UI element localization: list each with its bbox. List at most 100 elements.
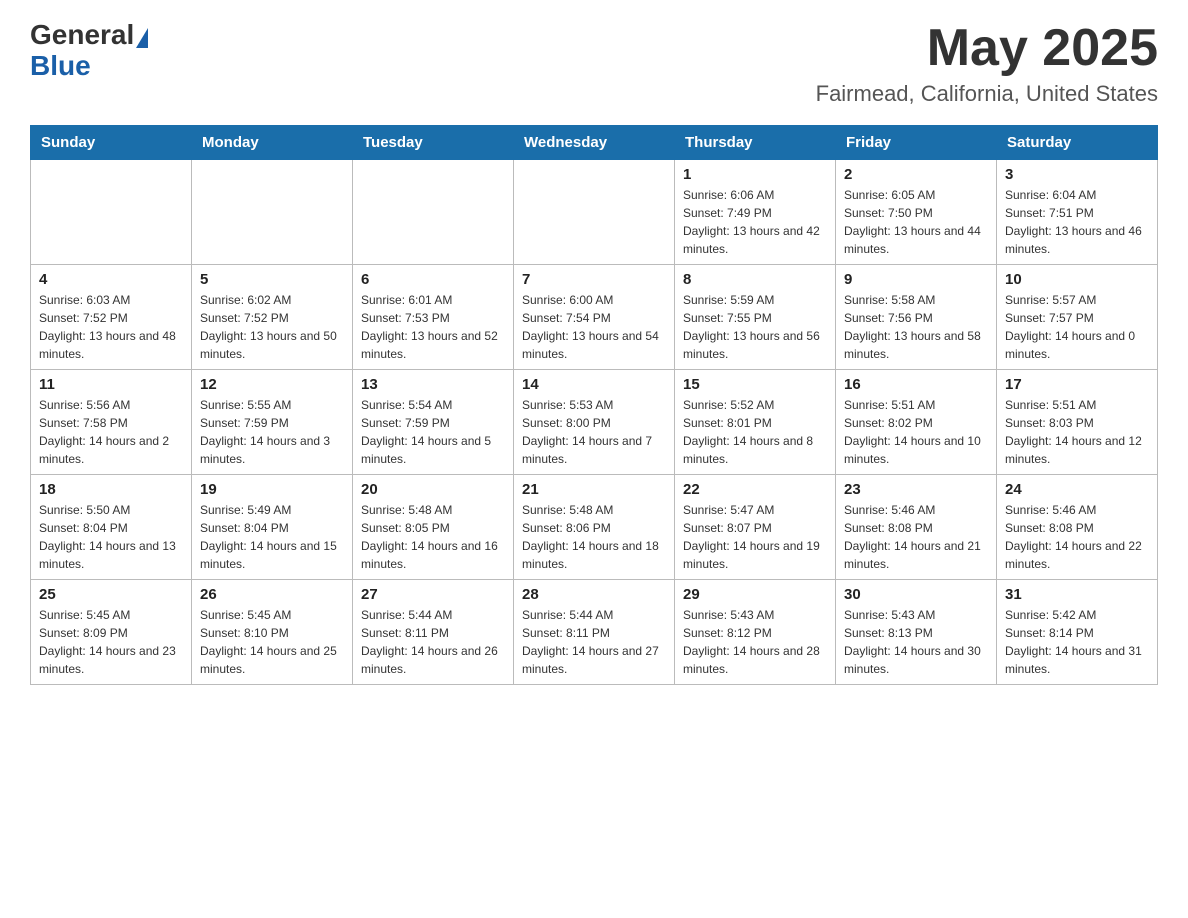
logo-blue: Blue — [30, 51, 148, 82]
calendar-week-row: 25 Sunrise: 5:45 AM Sunset: 8:09 PM Dayli… — [31, 580, 1158, 685]
day-info: Sunrise: 5:43 AM Sunset: 8:13 PM Dayligh… — [844, 606, 988, 678]
day-info: Sunrise: 5:43 AM Sunset: 8:12 PM Dayligh… — [683, 606, 827, 678]
column-header-monday: Monday — [192, 126, 353, 160]
column-header-saturday: Saturday — [997, 126, 1158, 160]
day-number: 8 — [683, 271, 827, 288]
day-number: 16 — [844, 376, 988, 393]
day-info: Sunrise: 5:48 AM Sunset: 8:06 PM Dayligh… — [522, 501, 666, 573]
calendar-week-row: 11Sunrise: 5:56 AM Sunset: 7:58 PM Dayli… — [31, 370, 1158, 475]
day-number: 7 — [522, 271, 666, 288]
day-info: Sunrise: 5:50 AM Sunset: 8:04 PM Dayligh… — [39, 501, 183, 573]
column-header-tuesday: Tuesday — [353, 126, 514, 160]
calendar-cell: 17 Sunrise: 5:51 AM Sunset: 8:03 PM Dayli… — [997, 370, 1158, 475]
calendar-cell — [31, 160, 192, 265]
day-info: Sunrise: 5:51 AM Sunset: 8:02 PM Dayligh… — [844, 396, 988, 468]
calendar-cell: 1 Sunrise: 6:06 AM Sunset: 7:49 PM Daylig… — [675, 160, 836, 265]
column-header-wednesday: Wednesday — [514, 126, 675, 160]
day-number: 28 — [522, 586, 666, 603]
day-info: Sunrise: 6:04 AM Sunset: 7:51 PM Dayligh… — [1005, 186, 1149, 258]
calendar-cell: 30 Sunrise: 5:43 AM Sunset: 8:13 PM Dayli… — [836, 580, 997, 685]
calendar-cell: 23Sunrise: 5:46 AM Sunset: 8:08 PM Dayli… — [836, 475, 997, 580]
day-info: Sunrise: 6:03 AM Sunset: 7:52 PM Dayligh… — [39, 291, 183, 363]
day-info: Sunrise: 5:45 AM Sunset: 8:10 PM Dayligh… — [200, 606, 344, 678]
calendar-cell: 16 Sunrise: 5:51 AM Sunset: 8:02 PM Dayli… — [836, 370, 997, 475]
day-number: 20 — [361, 481, 505, 498]
month-year-title: May 2025 — [816, 20, 1158, 77]
calendar-cell: 14Sunrise: 5:53 AM Sunset: 8:00 PM Dayli… — [514, 370, 675, 475]
day-number: 31 — [1005, 586, 1149, 603]
calendar-cell: 6 Sunrise: 6:01 AM Sunset: 7:53 PM Daylig… — [353, 265, 514, 370]
day-info: Sunrise: 5:57 AM Sunset: 7:57 PM Dayligh… — [1005, 291, 1149, 363]
day-number: 17 — [1005, 376, 1149, 393]
calendar-cell: 11Sunrise: 5:56 AM Sunset: 7:58 PM Dayli… — [31, 370, 192, 475]
calendar-cell: 29Sunrise: 5:43 AM Sunset: 8:12 PM Dayli… — [675, 580, 836, 685]
day-number: 23 — [844, 481, 988, 498]
day-number: 22 — [683, 481, 827, 498]
logo-triangle-icon — [136, 28, 148, 48]
day-number: 19 — [200, 481, 344, 498]
calendar-cell: 4 Sunrise: 6:03 AM Sunset: 7:52 PM Daylig… — [31, 265, 192, 370]
calendar-cell — [192, 160, 353, 265]
day-info: Sunrise: 5:47 AM Sunset: 8:07 PM Dayligh… — [683, 501, 827, 573]
day-number: 21 — [522, 481, 666, 498]
day-info: Sunrise: 5:48 AM Sunset: 8:05 PM Dayligh… — [361, 501, 505, 573]
calendar-cell: 28Sunrise: 5:44 AM Sunset: 8:11 PM Dayli… — [514, 580, 675, 685]
day-info: Sunrise: 5:56 AM Sunset: 7:58 PM Dayligh… — [39, 396, 183, 468]
day-info: Sunrise: 5:52 AM Sunset: 8:01 PM Dayligh… — [683, 396, 827, 468]
calendar-cell: 21 Sunrise: 5:48 AM Sunset: 8:06 PM Dayli… — [514, 475, 675, 580]
calendar-week-row: 1 Sunrise: 6:06 AM Sunset: 7:49 PM Daylig… — [31, 160, 1158, 265]
day-number: 27 — [361, 586, 505, 603]
calendar-week-row: 4 Sunrise: 6:03 AM Sunset: 7:52 PM Daylig… — [31, 265, 1158, 370]
day-info: Sunrise: 6:06 AM Sunset: 7:49 PM Dayligh… — [683, 186, 827, 258]
day-number: 15 — [683, 376, 827, 393]
day-info: Sunrise: 5:53 AM Sunset: 8:00 PM Dayligh… — [522, 396, 666, 468]
page-header: General Blue May 2025 Fairmead, Californ… — [30, 20, 1158, 107]
day-info: Sunrise: 5:59 AM Sunset: 7:55 PM Dayligh… — [683, 291, 827, 363]
calendar-cell: 18 Sunrise: 5:50 AM Sunset: 8:04 PM Dayli… — [31, 475, 192, 580]
day-info: Sunrise: 5:49 AM Sunset: 8:04 PM Dayligh… — [200, 501, 344, 573]
calendar-header-row: SundayMondayTuesdayWednesdayThursdayFrid… — [31, 126, 1158, 160]
calendar-cell: 19 Sunrise: 5:49 AM Sunset: 8:04 PM Dayli… — [192, 475, 353, 580]
calendar-cell: 25 Sunrise: 5:45 AM Sunset: 8:09 PM Dayli… — [31, 580, 192, 685]
day-number: 4 — [39, 271, 183, 288]
calendar-cell: 24Sunrise: 5:46 AM Sunset: 8:08 PM Dayli… — [997, 475, 1158, 580]
location-subtitle: Fairmead, California, United States — [816, 81, 1158, 107]
logo-general: General — [30, 20, 134, 51]
calendar-cell: 26 Sunrise: 5:45 AM Sunset: 8:10 PM Dayli… — [192, 580, 353, 685]
day-info: Sunrise: 5:44 AM Sunset: 8:11 PM Dayligh… — [361, 606, 505, 678]
calendar-cell: 12Sunrise: 5:55 AM Sunset: 7:59 PM Dayli… — [192, 370, 353, 475]
day-number: 26 — [200, 586, 344, 603]
day-number: 1 — [683, 166, 827, 183]
day-info: Sunrise: 5:45 AM Sunset: 8:09 PM Dayligh… — [39, 606, 183, 678]
day-number: 2 — [844, 166, 988, 183]
day-number: 13 — [361, 376, 505, 393]
day-number: 5 — [200, 271, 344, 288]
column-header-friday: Friday — [836, 126, 997, 160]
calendar-cell: 5Sunrise: 6:02 AM Sunset: 7:52 PM Daylig… — [192, 265, 353, 370]
column-header-thursday: Thursday — [675, 126, 836, 160]
calendar-week-row: 18 Sunrise: 5:50 AM Sunset: 8:04 PM Dayli… — [31, 475, 1158, 580]
calendar-cell: 15 Sunrise: 5:52 AM Sunset: 8:01 PM Dayli… — [675, 370, 836, 475]
calendar-cell: 9Sunrise: 5:58 AM Sunset: 7:56 PM Daylig… — [836, 265, 997, 370]
day-info: Sunrise: 5:58 AM Sunset: 7:56 PM Dayligh… — [844, 291, 988, 363]
day-number: 6 — [361, 271, 505, 288]
day-number: 10 — [1005, 271, 1149, 288]
calendar-cell: 2 Sunrise: 6:05 AM Sunset: 7:50 PM Daylig… — [836, 160, 997, 265]
day-info: Sunrise: 5:55 AM Sunset: 7:59 PM Dayligh… — [200, 396, 344, 468]
day-info: Sunrise: 6:01 AM Sunset: 7:53 PM Dayligh… — [361, 291, 505, 363]
day-number: 25 — [39, 586, 183, 603]
calendar-cell: 3 Sunrise: 6:04 AM Sunset: 7:51 PM Daylig… — [997, 160, 1158, 265]
day-info: Sunrise: 5:42 AM Sunset: 8:14 PM Dayligh… — [1005, 606, 1149, 678]
logo: General Blue — [30, 20, 148, 82]
calendar-cell: 31 Sunrise: 5:42 AM Sunset: 8:14 PM Dayli… — [997, 580, 1158, 685]
day-info: Sunrise: 6:05 AM Sunset: 7:50 PM Dayligh… — [844, 186, 988, 258]
day-number: 30 — [844, 586, 988, 603]
day-info: Sunrise: 6:00 AM Sunset: 7:54 PM Dayligh… — [522, 291, 666, 363]
day-number: 3 — [1005, 166, 1149, 183]
day-info: Sunrise: 5:51 AM Sunset: 8:03 PM Dayligh… — [1005, 396, 1149, 468]
calendar-cell — [514, 160, 675, 265]
day-number: 18 — [39, 481, 183, 498]
calendar-cell: 7 Sunrise: 6:00 AM Sunset: 7:54 PM Daylig… — [514, 265, 675, 370]
day-info: Sunrise: 5:46 AM Sunset: 8:08 PM Dayligh… — [1005, 501, 1149, 573]
column-header-sunday: Sunday — [31, 126, 192, 160]
